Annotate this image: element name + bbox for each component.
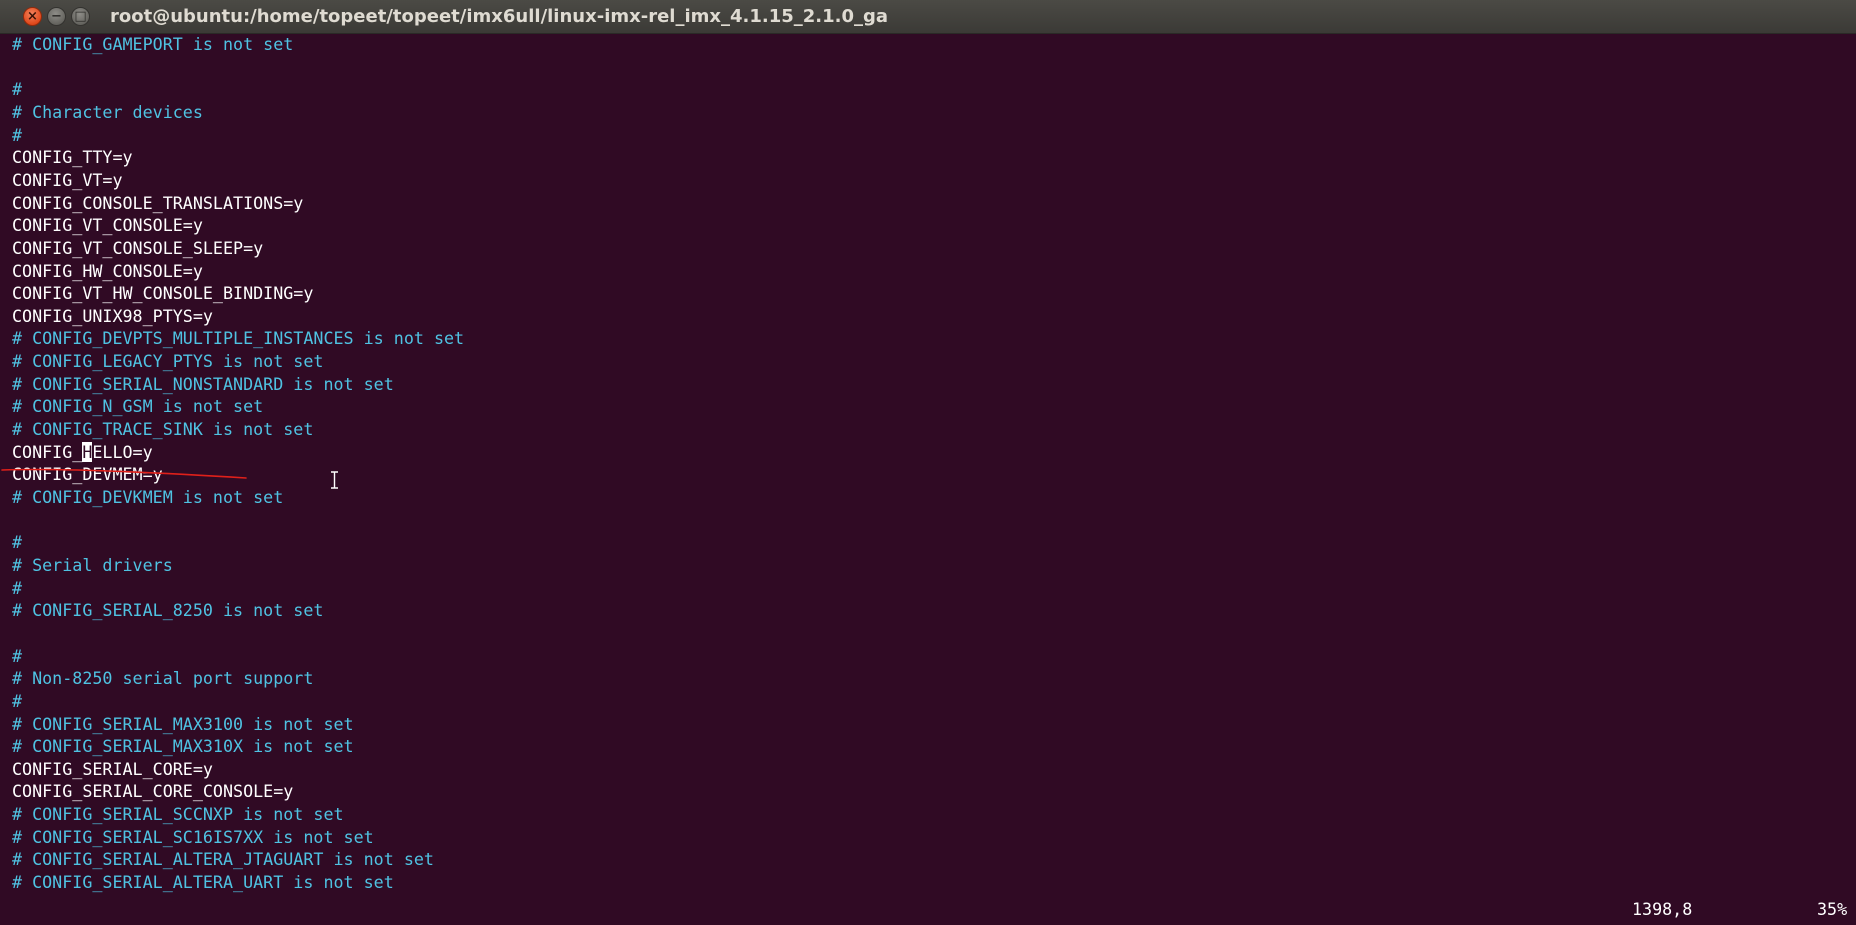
editor-line: CONFIG_VT_HW_CONSOLE_BINDING=y: [12, 283, 314, 304]
editor-line: #: [12, 690, 23, 711]
editor-line: # Character devices: [12, 101, 203, 122]
editor-line: CONFIG_CONSOLE_TRANSLATIONS=y: [12, 192, 304, 213]
line-text-before-cursor: CONFIG_: [12, 441, 83, 462]
editor-line: # CONFIG_SERIAL_ALTERA_JTAGUART is not s…: [12, 849, 434, 870]
editor-line: # CONFIG_DEVKMEM is not set: [12, 487, 284, 507]
editor-line: CONFIG_UNIX98_PTYS=y: [12, 305, 213, 326]
close-button[interactable]: ×: [23, 7, 42, 26]
editor-line: CONFIG_VT=y: [12, 169, 123, 190]
editor-line: CONFIG_TTY=y: [12, 147, 133, 168]
editor-line: # CONFIG_SERIAL_ALTERA_UART is not set: [12, 872, 394, 893]
editor-line: #: [12, 645, 23, 666]
text-cursor-icon: [331, 471, 338, 489]
editor-line: # CONFIG_SERIAL_NONSTANDARD is not set: [12, 373, 394, 394]
editor-line: CONFIG_HW_CONSOLE=y: [12, 260, 203, 281]
editor-line: # CONFIG_GAMEPORT is not set: [12, 34, 294, 54]
maximize-icon: □: [74, 9, 87, 24]
editor-line: CONFIG_VT_CONSOLE=y: [12, 215, 203, 236]
editor-line: # CONFIG_DEVPTS_MULTIPLE_INSTANCES is no…: [12, 328, 465, 349]
close-icon: ×: [27, 9, 38, 24]
editor-line: CONFIG_DEVMEM=y: [12, 464, 163, 485]
scroll-percentage: 35%: [1817, 899, 1848, 919]
editor-line: # CONFIG_SERIAL_8250 is not set: [12, 600, 324, 621]
editor-line: # CONFIG_SERIAL_SCCNXP is not set: [12, 804, 344, 825]
block-cursor: H: [82, 441, 93, 462]
title-bar[interactable]: × − □ root@ubuntu:/home/topeet/topeet/im…: [0, 0, 1856, 34]
editor-line: # CONFIG_SERIAL_MAX310X is not set: [12, 736, 354, 757]
editor-line: #: [12, 124, 23, 145]
maximize-button[interactable]: □: [71, 7, 90, 26]
editor-line: CONFIG_SERIAL_CORE_CONSOLE=y: [12, 781, 294, 802]
minimize-button[interactable]: −: [47, 7, 66, 26]
line-text-after-cursor: ELLO=y: [92, 441, 153, 462]
editor-line: # CONFIG_SERIAL_MAX3100 is not set: [12, 713, 354, 734]
editor-line: # CONFIG_TRACE_SINK is not set: [12, 419, 314, 440]
window-title: root@ubuntu:/home/topeet/topeet/imx6ull/…: [110, 6, 889, 27]
editor-line: CONFIG_SERIAL_CORE=y: [12, 758, 213, 779]
editor-line: CONFIG_HELLO=y: [12, 441, 153, 462]
editor-line: # Serial drivers: [12, 554, 173, 575]
terminal-window: × − □ root@ubuntu:/home/topeet/topeet/im…: [0, 0, 1856, 925]
editor-line: CONFIG_VT_CONSOLE_SLEEP=y: [12, 237, 264, 258]
editor-line: # CONFIG_N_GSM is not set: [12, 396, 264, 417]
editor-line: # CONFIG_LEGACY_PTYS is not set: [12, 351, 324, 372]
editor-line: #: [12, 577, 23, 598]
vim-status-line: 1398,8 35%: [0, 899, 1856, 919]
minimize-icon: −: [51, 9, 62, 24]
cursor-position: 1398,8: [1632, 899, 1693, 919]
editor-line: # CONFIG_SERIAL_SC16IS7XX is not set: [12, 826, 374, 847]
editor-line: #: [12, 79, 23, 100]
editor-line: # Non-8250 serial port support: [12, 668, 314, 689]
vim-text-area[interactable]: # CONFIG_GAMEPORT is not set # # Character…: [12, 34, 1842, 892]
editor-line: #: [12, 532, 23, 553]
